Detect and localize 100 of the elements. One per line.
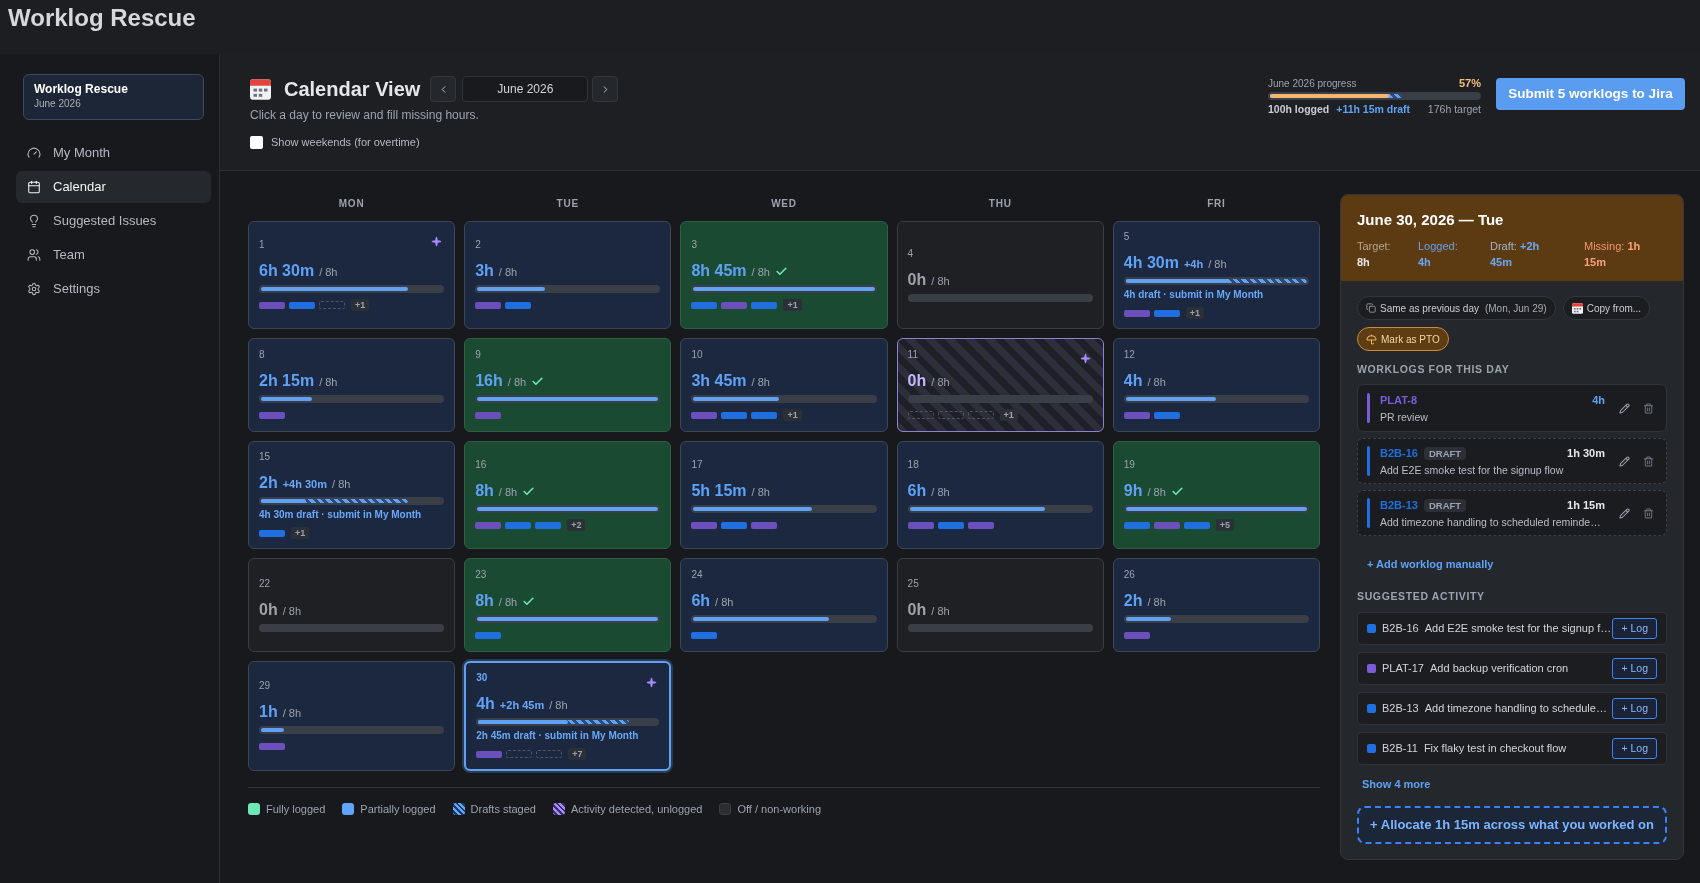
- day-number: 15: [259, 451, 271, 463]
- swatch-icon: [248, 803, 260, 816]
- day-number: 1: [259, 239, 265, 251]
- day-card[interactable]: 9 16h / 8h: [464, 338, 672, 432]
- day-card[interactable]: 1 6h 30m / 8h +1: [248, 221, 456, 329]
- day-card[interactable]: 24 6h / 8h: [680, 558, 888, 652]
- progress-label: June 2026 progress: [1268, 77, 1357, 90]
- more-count: +2: [567, 519, 586, 531]
- day-card[interactable]: 10 3h 45m / 8h +1: [680, 338, 888, 432]
- target-hours: / 8h: [751, 265, 770, 280]
- dashed-chip-icon: [967, 411, 994, 419]
- worklog-description: Add timezone handling to scheduled reminde…: [1380, 514, 1601, 529]
- dashed-chip-icon: [907, 411, 934, 419]
- gauge-icon: [27, 146, 41, 160]
- day-number: 23: [475, 569, 487, 581]
- dashed-chip-icon: [536, 750, 563, 758]
- target-hours: / 8h: [931, 274, 950, 289]
- day-card[interactable]: 15 2h +4h 30m / 8h 4h 30m draft · submit in My Month +1: [248, 441, 456, 549]
- pencil-icon[interactable]: [1619, 455, 1630, 467]
- day-card[interactable]: 3 8h 45m / 8h +1: [680, 221, 888, 329]
- worklog-card[interactable]: B2B-13 DRAFT 1h 15m Add timezone handling to scheduled reminde…: [1357, 490, 1667, 536]
- day-card[interactable]: 12 4h / 8h: [1112, 338, 1320, 432]
- day-card[interactable]: 4 0h / 8h: [896, 221, 1104, 329]
- legend-label: Activity detected, unlogged: [570, 802, 703, 817]
- month-picker[interactable]: June 2026: [462, 76, 589, 102]
- draft-badge: DRAFT: [1423, 446, 1467, 460]
- issue-key: B2B-11: [1382, 740, 1418, 757]
- issue-key[interactable]: B2B-13: [1380, 497, 1418, 513]
- trash-icon[interactable]: [1643, 402, 1654, 414]
- draft-hours: +2h 45m: [499, 698, 545, 713]
- day-card[interactable]: 19 9h / 8h +5: [1112, 441, 1320, 549]
- hours-logged: 6h: [907, 481, 927, 501]
- worklog-card[interactable]: B2B-16 DRAFT 1h 30m Add E2E smoke test for the signup flow: [1357, 438, 1667, 484]
- hours-logged: 16h: [475, 371, 503, 391]
- nav-item[interactable]: Settings: [16, 273, 211, 305]
- settings-icon: [27, 282, 41, 296]
- day-number: 9: [475, 349, 481, 361]
- copy-button[interactable]: Copy from...: [1562, 296, 1651, 320]
- trash-icon[interactable]: [1643, 455, 1654, 467]
- day-number: 30: [476, 672, 488, 684]
- day-card[interactable]: 11 0h / 8h +1: [896, 338, 1104, 432]
- more-count: +5: [1215, 519, 1235, 531]
- pencil-icon[interactable]: [1619, 402, 1630, 414]
- draft-note: 2h 45m draft · submit in My Month: [476, 730, 639, 742]
- pencil-icon[interactable]: [1619, 507, 1630, 519]
- log-button[interactable]: + Log: [1612, 658, 1657, 679]
- weekday-label: WED: [771, 198, 797, 210]
- stat-text: Logged: 4h: [1418, 239, 1459, 270]
- check-icon: [522, 594, 536, 608]
- day-number: 29: [259, 680, 271, 692]
- day-card[interactable]: 22 0h / 8h: [248, 558, 456, 652]
- worklog-card[interactable]: PLAT-8 4h PR review: [1357, 384, 1667, 432]
- trash-icon[interactable]: [1643, 507, 1654, 519]
- target-hours: / 8h: [931, 604, 950, 619]
- log-button[interactable]: + Log: [1612, 738, 1657, 759]
- hours-logged: 0h: [907, 371, 927, 391]
- weekends-checkbox[interactable]: [250, 135, 263, 149]
- day-card[interactable]: 18 6h / 8h: [896, 441, 1104, 549]
- show-more-link[interactable]: Show 4 more: [1362, 777, 1431, 791]
- issue-key: PLAT-17: [1382, 660, 1424, 677]
- legend-label: Fully logged: [266, 802, 326, 817]
- target-hours: / 8h: [498, 595, 518, 610]
- copy-button[interactable]: Same as previous day (Mon, Jun 29): [1357, 296, 1556, 320]
- target-hours: / 8h: [1147, 375, 1166, 390]
- nav-item[interactable]: Team: [16, 239, 211, 271]
- add-worklog-link[interactable]: + Add worklog manually: [1367, 557, 1494, 571]
- log-button[interactable]: + Log: [1612, 698, 1657, 719]
- target-hours: / 8h: [931, 375, 950, 390]
- target-hours: / 8h: [549, 698, 568, 713]
- day-card[interactable]: 25 0h / 8h: [896, 558, 1104, 652]
- pto-button[interactable]: Mark as PTO: [1357, 327, 1449, 351]
- day-card[interactable]: 2 3h / 8h: [464, 221, 672, 329]
- day-card[interactable]: 5 4h 30m +4h / 8h 4h draft · submit in My Month +1: [1112, 221, 1320, 329]
- hours-logged: 6h: [691, 591, 711, 611]
- day-card[interactable]: 26 2h / 8h: [1112, 558, 1320, 652]
- allocate-button[interactable]: + Allocate 1h 15m across what you worked on: [1357, 806, 1667, 844]
- day-number: 19: [1123, 459, 1135, 471]
- day-card[interactable]: 29 1h / 8h: [248, 661, 456, 771]
- target-hours: / 8h: [282, 604, 302, 619]
- day-card[interactable]: 16 8h / 8h +2: [464, 441, 672, 549]
- weekday-label: TUE: [556, 198, 579, 210]
- day-title: June 30, 2026 — Tue: [1357, 211, 1504, 229]
- suggestion-title: Fix flaky test in checkout flow: [1423, 741, 1567, 757]
- day-card[interactable]: 17 5h 15m / 8h: [680, 441, 888, 549]
- log-button[interactable]: + Log: [1612, 618, 1657, 639]
- issue-key[interactable]: PLAT-8: [1380, 392, 1418, 408]
- nav-item[interactable]: Suggested Issues: [16, 205, 211, 237]
- day-card[interactable]: 23 8h / 8h: [464, 558, 672, 652]
- hours-logged: 4h: [1123, 371, 1143, 391]
- nav-item[interactable]: Calendar: [16, 171, 211, 203]
- day-number: 5: [1123, 231, 1130, 243]
- nav-item[interactable]: My Month: [16, 137, 211, 169]
- issue-key[interactable]: B2B-16: [1380, 445, 1418, 461]
- hours-logged: 8h: [475, 481, 494, 501]
- suggestion-title: Add timezone handling to schedule…: [1424, 701, 1607, 717]
- brand-subtitle: June 2026: [34, 97, 81, 110]
- hours-logged: 9h: [1123, 481, 1143, 501]
- day-card[interactable]: 30 4h +2h 45m / 8h 2h 45m draft · submit in My Month +7: [464, 661, 672, 771]
- day-card[interactable]: 8 2h 15m / 8h: [248, 338, 456, 432]
- draft-note: 4h draft · submit in My Month: [1123, 289, 1264, 301]
